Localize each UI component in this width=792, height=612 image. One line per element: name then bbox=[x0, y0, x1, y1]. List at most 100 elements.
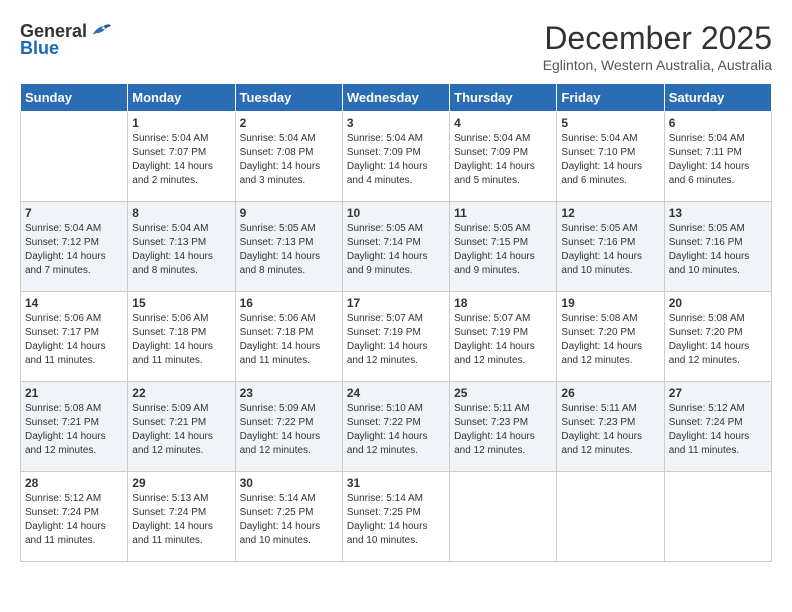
day-info: Sunrise: 5:04 AMSunset: 7:11 PMDaylight:… bbox=[669, 132, 767, 188]
calendar-cell bbox=[664, 472, 771, 562]
day-number: 4 bbox=[454, 116, 552, 130]
calendar-cell: 29 Sunrise: 5:13 AMSunset: 7:24 PMDayligh… bbox=[128, 472, 235, 562]
day-number: 9 bbox=[240, 206, 338, 220]
calendar-table: SundayMondayTuesdayWednesdayThursdayFrid… bbox=[20, 83, 772, 562]
day-info: Sunrise: 5:08 AMSunset: 7:20 PMDaylight:… bbox=[561, 312, 659, 368]
day-info: Sunrise: 5:05 AMSunset: 7:13 PMDaylight:… bbox=[240, 222, 338, 278]
day-number: 23 bbox=[240, 386, 338, 400]
day-info: Sunrise: 5:06 AMSunset: 7:18 PMDaylight:… bbox=[240, 312, 338, 368]
calendar-cell: 30 Sunrise: 5:14 AMSunset: 7:25 PMDayligh… bbox=[235, 472, 342, 562]
calendar-cell: 22 Sunrise: 5:09 AMSunset: 7:21 PMDayligh… bbox=[128, 382, 235, 472]
calendar-week-row: 21 Sunrise: 5:08 AMSunset: 7:21 PMDayligh… bbox=[21, 382, 772, 472]
day-number: 28 bbox=[25, 476, 123, 490]
day-info: Sunrise: 5:04 AMSunset: 7:09 PMDaylight:… bbox=[347, 132, 445, 188]
calendar-cell bbox=[557, 472, 664, 562]
day-number: 16 bbox=[240, 296, 338, 310]
day-number: 30 bbox=[240, 476, 338, 490]
calendar-cell: 13 Sunrise: 5:05 AMSunset: 7:16 PMDayligh… bbox=[664, 202, 771, 292]
logo-blue-text: Blue bbox=[20, 38, 59, 59]
calendar-cell: 18 Sunrise: 5:07 AMSunset: 7:19 PMDayligh… bbox=[450, 292, 557, 382]
day-number: 22 bbox=[132, 386, 230, 400]
day-header-wednesday: Wednesday bbox=[342, 84, 449, 112]
day-info: Sunrise: 5:14 AMSunset: 7:25 PMDaylight:… bbox=[240, 492, 338, 548]
day-header-sunday: Sunday bbox=[21, 84, 128, 112]
day-info: Sunrise: 5:11 AMSunset: 7:23 PMDaylight:… bbox=[561, 402, 659, 458]
day-number: 14 bbox=[25, 296, 123, 310]
day-number: 13 bbox=[669, 206, 767, 220]
title-section: December 2025 Eglinton, Western Australi… bbox=[543, 20, 772, 73]
day-info: Sunrise: 5:05 AMSunset: 7:15 PMDaylight:… bbox=[454, 222, 552, 278]
day-info: Sunrise: 5:07 AMSunset: 7:19 PMDaylight:… bbox=[347, 312, 445, 368]
day-number: 29 bbox=[132, 476, 230, 490]
calendar-week-row: 7 Sunrise: 5:04 AMSunset: 7:12 PMDaylight… bbox=[21, 202, 772, 292]
day-number: 27 bbox=[669, 386, 767, 400]
calendar-cell: 25 Sunrise: 5:11 AMSunset: 7:23 PMDayligh… bbox=[450, 382, 557, 472]
calendar-cell: 20Sunrise: 5:08 AMSunset: 7:20 PMDayligh… bbox=[664, 292, 771, 382]
day-info: Sunrise: 5:08 AMSunset: 7:21 PMDaylight:… bbox=[25, 402, 123, 458]
day-number: 7 bbox=[25, 206, 123, 220]
day-info: Sunrise: 5:05 AMSunset: 7:16 PMDaylight:… bbox=[561, 222, 659, 278]
day-number: 25 bbox=[454, 386, 552, 400]
calendar-cell: 4 Sunrise: 5:04 AMSunset: 7:09 PMDaylight… bbox=[450, 112, 557, 202]
day-number: 24 bbox=[347, 386, 445, 400]
day-info: Sunrise: 5:09 AMSunset: 7:21 PMDaylight:… bbox=[132, 402, 230, 458]
day-info: Sunrise: 5:08 AMSunset: 7:20 PMDaylight:… bbox=[669, 312, 767, 368]
calendar-week-row: 14 Sunrise: 5:06 AMSunset: 7:17 PMDayligh… bbox=[21, 292, 772, 382]
calendar-cell: 14 Sunrise: 5:06 AMSunset: 7:17 PMDayligh… bbox=[21, 292, 128, 382]
day-info: Sunrise: 5:04 AMSunset: 7:13 PMDaylight:… bbox=[132, 222, 230, 278]
day-info: Sunrise: 5:14 AMSunset: 7:25 PMDaylight:… bbox=[347, 492, 445, 548]
day-info: Sunrise: 5:13 AMSunset: 7:24 PMDaylight:… bbox=[132, 492, 230, 548]
day-number: 6 bbox=[669, 116, 767, 130]
day-header-monday: Monday bbox=[128, 84, 235, 112]
day-number: 8 bbox=[132, 206, 230, 220]
calendar-cell: 27Sunrise: 5:12 AMSunset: 7:24 PMDayligh… bbox=[664, 382, 771, 472]
calendar-week-row: 28 Sunrise: 5:12 AMSunset: 7:24 PMDayligh… bbox=[21, 472, 772, 562]
day-number: 26 bbox=[561, 386, 659, 400]
day-header-friday: Friday bbox=[557, 84, 664, 112]
day-info: Sunrise: 5:04 AMSunset: 7:07 PMDaylight:… bbox=[132, 132, 230, 188]
logo: General Blue bbox=[20, 20, 111, 59]
day-header-tuesday: Tuesday bbox=[235, 84, 342, 112]
day-info: Sunrise: 5:07 AMSunset: 7:19 PMDaylight:… bbox=[454, 312, 552, 368]
day-number: 2 bbox=[240, 116, 338, 130]
day-info: Sunrise: 5:11 AMSunset: 7:23 PMDaylight:… bbox=[454, 402, 552, 458]
calendar-cell: 28 Sunrise: 5:12 AMSunset: 7:24 PMDayligh… bbox=[21, 472, 128, 562]
day-number: 31 bbox=[347, 476, 445, 490]
day-info: Sunrise: 5:04 AMSunset: 7:09 PMDaylight:… bbox=[454, 132, 552, 188]
day-info: Sunrise: 5:04 AMSunset: 7:12 PMDaylight:… bbox=[25, 222, 123, 278]
calendar-cell: 10 Sunrise: 5:05 AMSunset: 7:14 PMDayligh… bbox=[342, 202, 449, 292]
day-number: 12 bbox=[561, 206, 659, 220]
day-info: Sunrise: 5:10 AMSunset: 7:22 PMDaylight:… bbox=[347, 402, 445, 458]
calendar-cell: 3Sunrise: 5:04 AMSunset: 7:09 PMDaylight… bbox=[342, 112, 449, 202]
day-info: Sunrise: 5:12 AMSunset: 7:24 PMDaylight:… bbox=[25, 492, 123, 548]
day-number: 10 bbox=[347, 206, 445, 220]
day-info: Sunrise: 5:05 AMSunset: 7:14 PMDaylight:… bbox=[347, 222, 445, 278]
day-number: 1 bbox=[132, 116, 230, 130]
calendar-cell: 1 Sunrise: 5:04 AMSunset: 7:07 PMDaylight… bbox=[128, 112, 235, 202]
day-number: 17 bbox=[347, 296, 445, 310]
calendar-cell: 11 Sunrise: 5:05 AMSunset: 7:15 PMDayligh… bbox=[450, 202, 557, 292]
day-info: Sunrise: 5:09 AMSunset: 7:22 PMDaylight:… bbox=[240, 402, 338, 458]
day-number: 11 bbox=[454, 206, 552, 220]
day-number: 15 bbox=[132, 296, 230, 310]
logo-bird-icon bbox=[89, 20, 111, 42]
day-number: 21 bbox=[25, 386, 123, 400]
calendar-cell: 31 Sunrise: 5:14 AMSunset: 7:25 PMDayligh… bbox=[342, 472, 449, 562]
day-info: Sunrise: 5:05 AMSunset: 7:16 PMDaylight:… bbox=[669, 222, 767, 278]
calendar-cell: 12 Sunrise: 5:05 AMSunset: 7:16 PMDayligh… bbox=[557, 202, 664, 292]
month-year-title: December 2025 bbox=[543, 20, 772, 57]
calendar-cell bbox=[21, 112, 128, 202]
day-info: Sunrise: 5:06 AMSunset: 7:17 PMDaylight:… bbox=[25, 312, 123, 368]
calendar-cell: 2 Sunrise: 5:04 AMSunset: 7:08 PMDaylight… bbox=[235, 112, 342, 202]
day-info: Sunrise: 5:04 AMSunset: 7:08 PMDaylight:… bbox=[240, 132, 338, 188]
day-number: 18 bbox=[454, 296, 552, 310]
calendar-cell: 24 Sunrise: 5:10 AMSunset: 7:22 PMDayligh… bbox=[342, 382, 449, 472]
day-header-thursday: Thursday bbox=[450, 84, 557, 112]
day-number: 19 bbox=[561, 296, 659, 310]
calendar-cell: 15 Sunrise: 5:06 AMSunset: 7:18 PMDayligh… bbox=[128, 292, 235, 382]
day-header-saturday: Saturday bbox=[664, 84, 771, 112]
calendar-cell: 9 Sunrise: 5:05 AMSunset: 7:13 PMDaylight… bbox=[235, 202, 342, 292]
calendar-cell: 5Sunrise: 5:04 AMSunset: 7:10 PMDaylight… bbox=[557, 112, 664, 202]
calendar-cell: 21 Sunrise: 5:08 AMSunset: 7:21 PMDayligh… bbox=[21, 382, 128, 472]
day-info: Sunrise: 5:06 AMSunset: 7:18 PMDaylight:… bbox=[132, 312, 230, 368]
